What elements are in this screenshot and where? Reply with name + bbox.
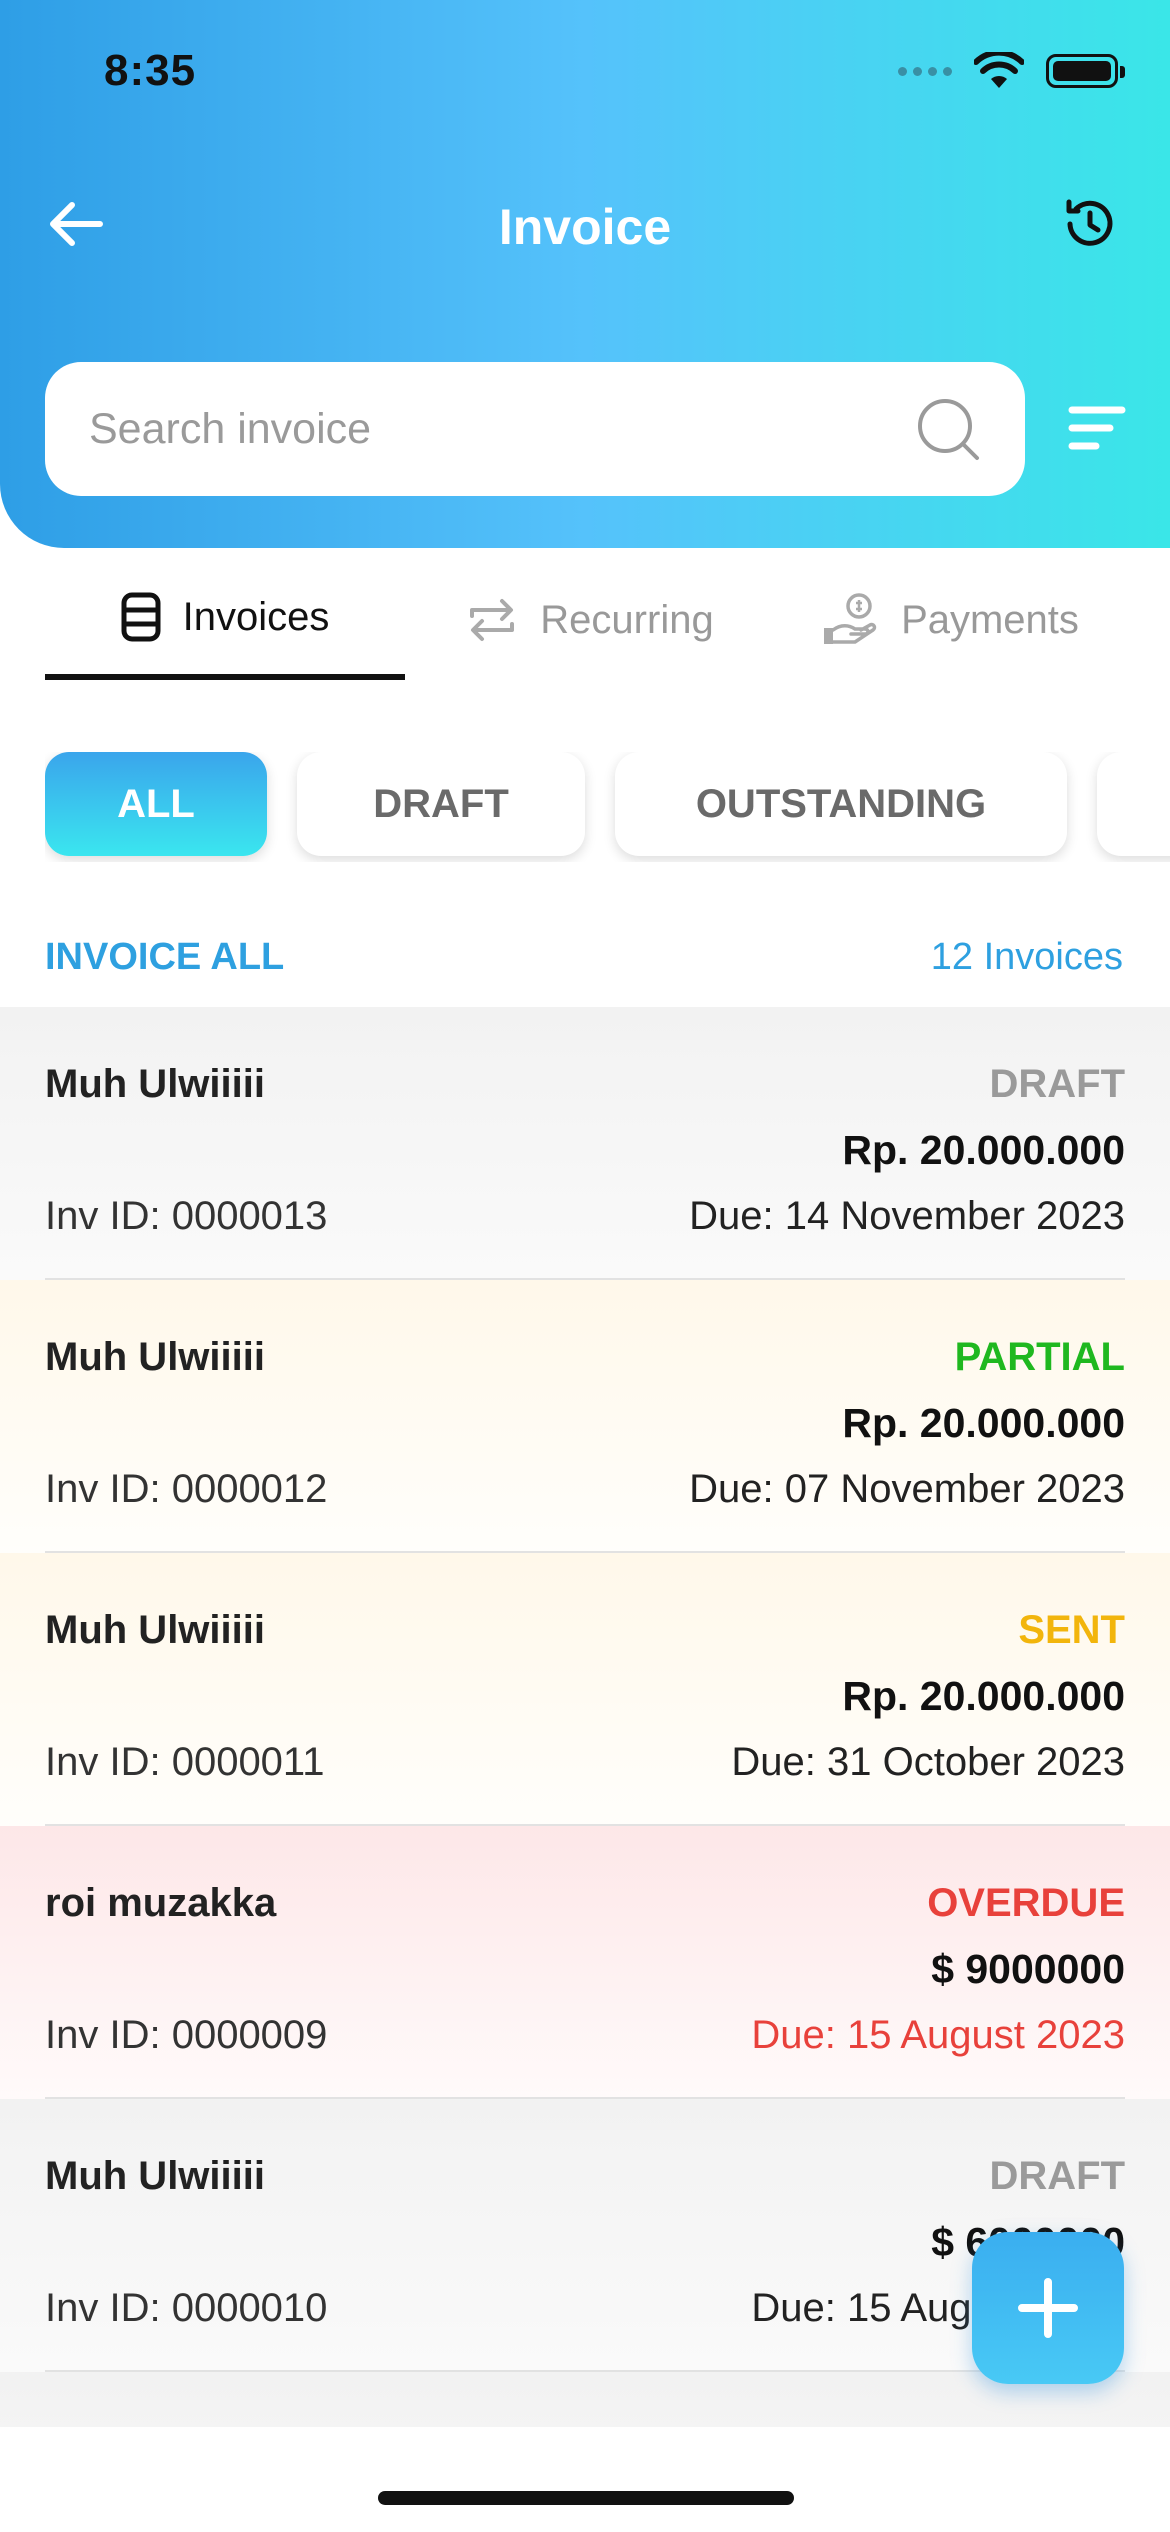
tab-invoices-label: Invoices xyxy=(182,594,330,639)
due-date: Due: 14 November 2023 xyxy=(689,1193,1125,1238)
invoice-amount: Rp. 20.000.000 xyxy=(842,1399,1125,1446)
repeat-icon xyxy=(470,599,515,641)
invoice-row[interactable]: Muh Ulwiiiii PARTIAL Rp. 20.000.000 Inv … xyxy=(0,1280,1170,1553)
invoice-amount: $ 9000000 xyxy=(931,1945,1125,1992)
section-title: INVOICE ALL xyxy=(45,936,285,978)
status-badge: DRAFT xyxy=(989,1061,1125,1106)
database-icon xyxy=(121,592,161,642)
invoice-id: Inv ID: 0000009 xyxy=(45,2012,328,2057)
tab-payments-label: Payments xyxy=(901,597,1079,642)
invoice-list: Muh Ulwiiiii DRAFT Rp. 20.000.000 Inv ID… xyxy=(0,1007,1170,2427)
invoice-id: Inv ID: 0000013 xyxy=(45,1193,328,1238)
filter-lines-icon xyxy=(1068,406,1126,450)
status-icons xyxy=(898,52,1125,90)
status-time: 8:35 xyxy=(104,46,197,95)
tab-bar: Invoices Recurring Payments xyxy=(45,560,1125,692)
status-badge: PARTIAL xyxy=(954,1334,1125,1379)
invoice-row[interactable]: roi muzakka OVERDUE $ 9000000 Inv ID: 00… xyxy=(0,1826,1170,2099)
client-name: Muh Ulwiiiii xyxy=(45,1061,265,1106)
invoice-id: Inv ID: 0000010 xyxy=(45,2285,328,2330)
tab-recurring-label: Recurring xyxy=(540,597,714,642)
chip-outstanding[interactable]: OUTSTANDING xyxy=(615,752,1067,856)
tab-payments[interactable]: Payments xyxy=(775,560,1125,680)
tab-invoices[interactable]: Invoices xyxy=(45,560,405,680)
chip-draft[interactable]: DRAFT xyxy=(297,752,585,856)
tab-recurring[interactable]: Recurring xyxy=(405,560,775,680)
invoice-amount: Rp. 20.000.000 xyxy=(842,1126,1125,1173)
cellular-signal-icon xyxy=(898,66,952,76)
client-name: Muh Ulwiiiii xyxy=(45,1334,265,1379)
battery-icon xyxy=(1046,54,1125,88)
status-badge: OVERDUE xyxy=(927,1880,1125,1925)
client-name: Muh Ulwiiiii xyxy=(45,2153,265,2198)
chip-all[interactable]: ALL xyxy=(45,752,267,856)
search-icon[interactable] xyxy=(915,396,981,462)
hand-coin-icon xyxy=(824,593,877,644)
invoice-count: 12 Invoices xyxy=(930,936,1123,978)
search-bar xyxy=(45,362,1025,496)
invoice-row[interactable]: Muh Ulwiiiii DRAFT Rp. 20.000.000 Inv ID… xyxy=(0,1007,1170,1280)
client-name: roi muzakka xyxy=(45,1880,277,1925)
bottom-safe-area xyxy=(0,2427,1170,2532)
section-header: INVOICE ALL 12 Invoices xyxy=(45,936,1123,979)
history-icon xyxy=(1066,199,1113,246)
invoice-id: Inv ID: 0000012 xyxy=(45,1466,328,1511)
status-badge: DRAFT xyxy=(989,2153,1125,2198)
invoice-id: Inv ID: 0000011 xyxy=(45,1739,325,1784)
chip-next[interactable] xyxy=(1097,752,1170,856)
due-date: Due: 15 August 2023 xyxy=(751,2012,1125,2057)
wifi-icon xyxy=(974,52,1024,88)
search-input[interactable] xyxy=(89,404,915,454)
filter-button[interactable] xyxy=(1066,398,1128,460)
due-date: Due: 31 October 2023 xyxy=(731,1739,1125,1784)
history-button[interactable] xyxy=(1054,188,1126,260)
invoice-row[interactable]: Muh Ulwiiiii SENT Rp. 20.000.000 Inv ID:… xyxy=(0,1553,1170,1826)
invoice-amount: Rp. 20.000.000 xyxy=(842,1672,1125,1719)
plus-icon xyxy=(1018,2278,1078,2338)
add-invoice-button[interactable] xyxy=(972,2232,1124,2384)
page-title: Invoice xyxy=(498,199,672,255)
client-name: Muh Ulwiiiii xyxy=(45,1607,265,1652)
home-indicator[interactable] xyxy=(378,2491,794,2505)
status-badge: SENT xyxy=(1018,1607,1125,1652)
status-filter-chips: ALL DRAFT OUTSTANDING xyxy=(45,752,1170,862)
due-date: Due: 07 November 2023 xyxy=(689,1466,1125,1511)
